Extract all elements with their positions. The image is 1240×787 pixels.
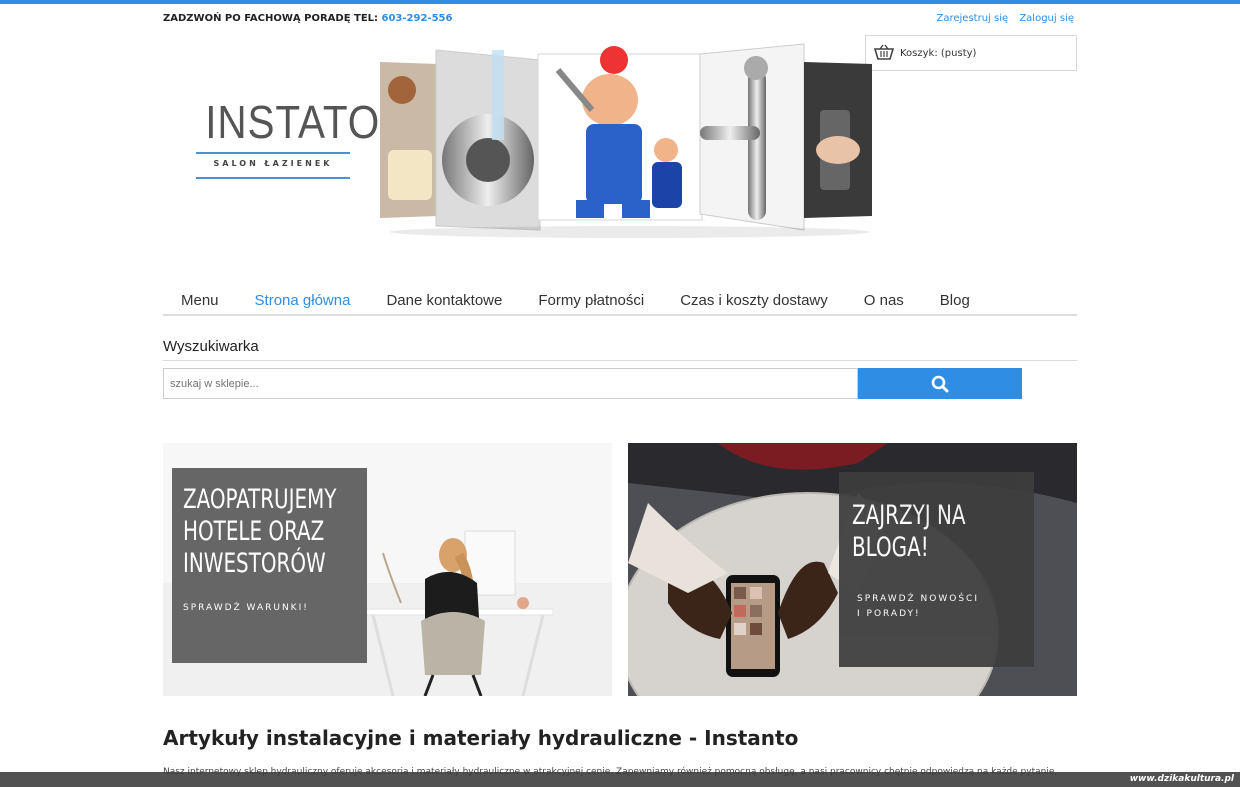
banner-blog-cta-1: SPRAWDŹ NOWOŚCI [857, 594, 979, 604]
banner-blog[interactable]: ZAJRZYJ NA BLOGA! SPRAWDŹ NOWOŚCI I PORA… [628, 443, 1077, 696]
banner-blog-title-1: ZAJRZYJ NA [852, 500, 966, 531]
banner-blog-box: ZAJRZYJ NA BLOGA! SPRAWDŹ NOWOŚCI I PORA… [839, 472, 1034, 667]
phone-number[interactable]: 603-292-556 [382, 13, 453, 24]
banner-blog-cta-2: I PORADY! [857, 609, 921, 619]
nav-item-menu[interactable]: Menu [163, 290, 237, 314]
banner-hotels-cta: SPRAWDŹ WARUNKI! [183, 603, 309, 613]
nav-item-payment[interactable]: Formy płatności [520, 290, 662, 314]
search-heading: Wyszukiwarka [163, 338, 259, 355]
search-button[interactable] [858, 368, 1022, 399]
logo-name: INSTATO [205, 96, 381, 148]
phone-label: ZADZWOŃ PO FACHOWĄ PORADĘ TEL: [163, 13, 379, 24]
nav-item-delivery[interactable]: Czas i koszty dostawy [662, 290, 846, 314]
phone-info: ZADZWOŃ PO FACHOWĄ PORADĘ TEL: 603-292-5… [163, 13, 452, 24]
hero-illustration [380, 43, 872, 238]
shop-logo[interactable]: INSTATO SALON ŁAZIENEK [196, 96, 381, 182]
login-link[interactable]: Zaloguj się [1019, 13, 1074, 24]
search-icon [931, 375, 949, 392]
banner-hotels-title-2: HOTELE ORAZ [183, 516, 325, 547]
auth-links: Zarejestruj się Zaloguj się [929, 13, 1075, 24]
banner-hotels[interactable]: ZAOPATRUJEMY HOTELE ORAZ INWESTORÓW SPRA… [163, 443, 612, 696]
logo-divider-bottom [196, 177, 350, 179]
cart-widget[interactable]: Koszyk: (pusty) [865, 35, 1077, 71]
banner-hotels-title-1: ZAOPATRUJEMY [183, 484, 337, 515]
logo-tagline: SALON ŁAZIENEK [213, 159, 333, 168]
banner-hotels-title-3: INWESTORÓW [183, 548, 326, 579]
main-navigation: Menu Strona główna Dane kontaktowe Formy… [163, 290, 1077, 316]
watermark-text: www.dzikakultura.pl [1129, 774, 1234, 784]
search-divider [163, 360, 1077, 361]
banner-hotels-box: ZAOPATRUJEMY HOTELE ORAZ INWESTORÓW SPRA… [172, 468, 367, 663]
nav-item-home[interactable]: Strona główna [237, 290, 369, 314]
register-link[interactable]: Zarejestruj się [937, 13, 1009, 24]
watermark-bar [0, 772, 1240, 787]
banner-blog-title-2: BLOGA! [852, 532, 929, 563]
top-accent-line [0, 0, 1240, 4]
nav-item-blog[interactable]: Blog [922, 290, 988, 314]
search-input[interactable] [163, 368, 858, 399]
cart-label: Koszyk: (pusty) [900, 47, 977, 59]
nav-item-contact[interactable]: Dane kontaktowe [368, 290, 520, 314]
nav-item-about[interactable]: O nas [846, 290, 922, 314]
article-title: Artykuły instalacyjne i materiały hydrau… [163, 726, 799, 750]
